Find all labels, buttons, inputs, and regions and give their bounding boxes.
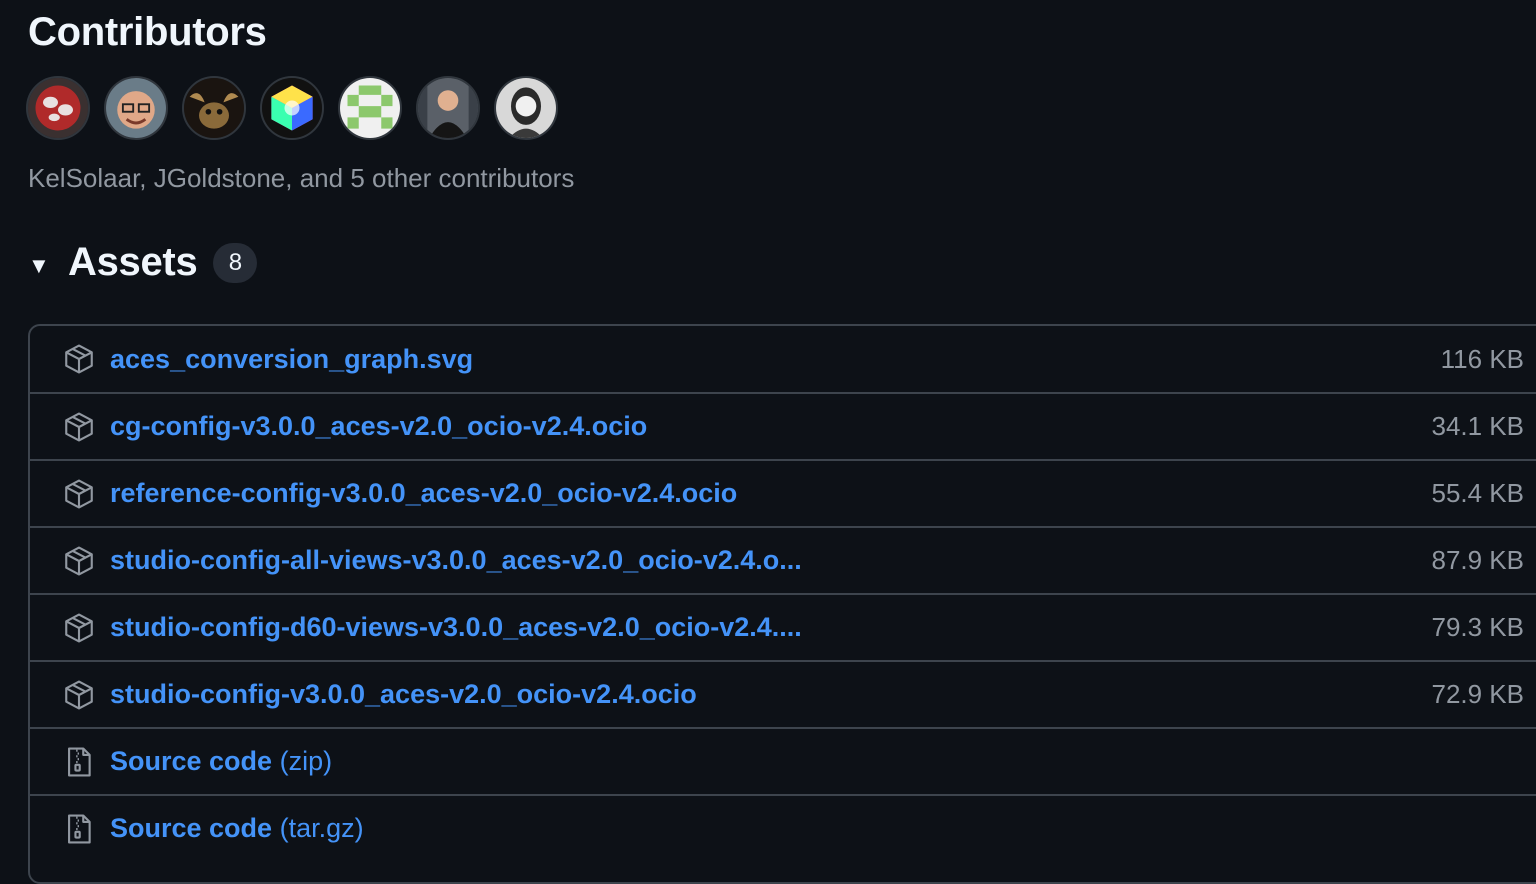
- avatar[interactable]: [104, 76, 168, 140]
- asset-link[interactable]: studio-config-all-views-v3.0.0_aces-v2.0…: [110, 545, 802, 576]
- asset-name: Source code: [110, 813, 273, 843]
- asset-row: reference-config-v3.0.0_aces-v2.0_ocio-v…: [30, 459, 1536, 526]
- asset-link[interactable]: Source code (zip): [110, 746, 332, 777]
- asset-name: Source code: [110, 746, 273, 776]
- asset-link[interactable]: reference-config-v3.0.0_aces-v2.0_ocio-v…: [110, 478, 737, 509]
- avatar[interactable]: [182, 76, 246, 140]
- avatar[interactable]: [416, 76, 480, 140]
- asset-size: 87.9 KB: [1431, 545, 1524, 575]
- package-icon: [62, 342, 96, 376]
- asset-size: 79.3 KB: [1431, 612, 1524, 642]
- contributors-summary: KelSolaar, JGoldstone, and 5 other contr…: [28, 163, 575, 193]
- file-zip-icon: [62, 812, 96, 846]
- asset-row: cg-config-v3.0.0_aces-v2.0_ocio-v2.4.oci…: [30, 392, 1536, 459]
- asset-name: reference-config-v3.0.0_aces-v2.0_ocio-v…: [110, 478, 738, 508]
- asset-suffix: (zip): [279, 746, 333, 776]
- assets-heading: Assets: [68, 240, 198, 284]
- asset-row: aces_conversion_graph.svg 116 KB: [30, 326, 1536, 392]
- assets-count-badge: 8: [213, 242, 258, 283]
- asset-row: Source code (zip): [30, 727, 1536, 794]
- asset-name: studio-config-all-views-v3.0.0_aces-v2.0…: [110, 545, 802, 575]
- asset-row: studio-config-d60-views-v3.0.0_aces-v2.0…: [30, 593, 1536, 660]
- asset-size: 116 KB: [1440, 343, 1524, 374]
- assets-list: aces_conversion_graph.svg 116 KB cg-config…: [28, 324, 1536, 884]
- asset-size: 55.4 KB: [1431, 478, 1524, 508]
- asset-link[interactable]: studio-config-v3.0.0_aces-v2.0_ocio-v2.4…: [110, 679, 697, 710]
- package-icon: [62, 678, 96, 712]
- package-icon: [62, 477, 96, 511]
- asset-link[interactable]: Source code (tar.gz): [110, 813, 364, 844]
- asset-name: studio-config-v3.0.0_aces-v2.0_ocio-v2.4…: [110, 679, 697, 709]
- package-icon: [62, 544, 96, 578]
- contributors-avatars: [26, 76, 558, 140]
- asset-suffix: (tar.gz): [279, 813, 364, 843]
- asset-size: 34.1 KB: [1431, 411, 1524, 441]
- caret-down-icon[interactable]: ▼: [28, 253, 68, 279]
- avatar[interactable]: [26, 76, 90, 140]
- contributors-heading: Contributors: [28, 10, 267, 54]
- asset-link[interactable]: cg-config-v3.0.0_aces-v2.0_ocio-v2.4.oci…: [110, 411, 647, 442]
- asset-name: cg-config-v3.0.0_aces-v2.0_ocio-v2.4.oci…: [110, 411, 648, 441]
- asset-row: studio-config-all-views-v3.0.0_aces-v2.0…: [30, 526, 1536, 593]
- asset-link[interactable]: aces_conversion_graph.svg: [110, 344, 473, 375]
- asset-link[interactable]: studio-config-d60-views-v3.0.0_aces-v2.0…: [110, 612, 802, 643]
- avatar[interactable]: [260, 76, 324, 140]
- asset-name: studio-config-d60-views-v3.0.0_aces-v2.0…: [110, 612, 802, 642]
- avatar[interactable]: [494, 76, 558, 140]
- package-icon: [62, 410, 96, 444]
- avatar[interactable]: [338, 76, 402, 140]
- assets-header[interactable]: ▼ Assets 8: [28, 240, 258, 285]
- asset-name: aces_conversion_graph.svg: [110, 343, 474, 374]
- package-icon: [62, 611, 96, 645]
- asset-row: Source code (tar.gz): [30, 794, 1536, 861]
- asset-row: studio-config-v3.0.0_aces-v2.0_ocio-v2.4…: [30, 660, 1536, 727]
- file-zip-icon: [62, 745, 96, 779]
- asset-size: 72.9 KB: [1431, 679, 1524, 709]
